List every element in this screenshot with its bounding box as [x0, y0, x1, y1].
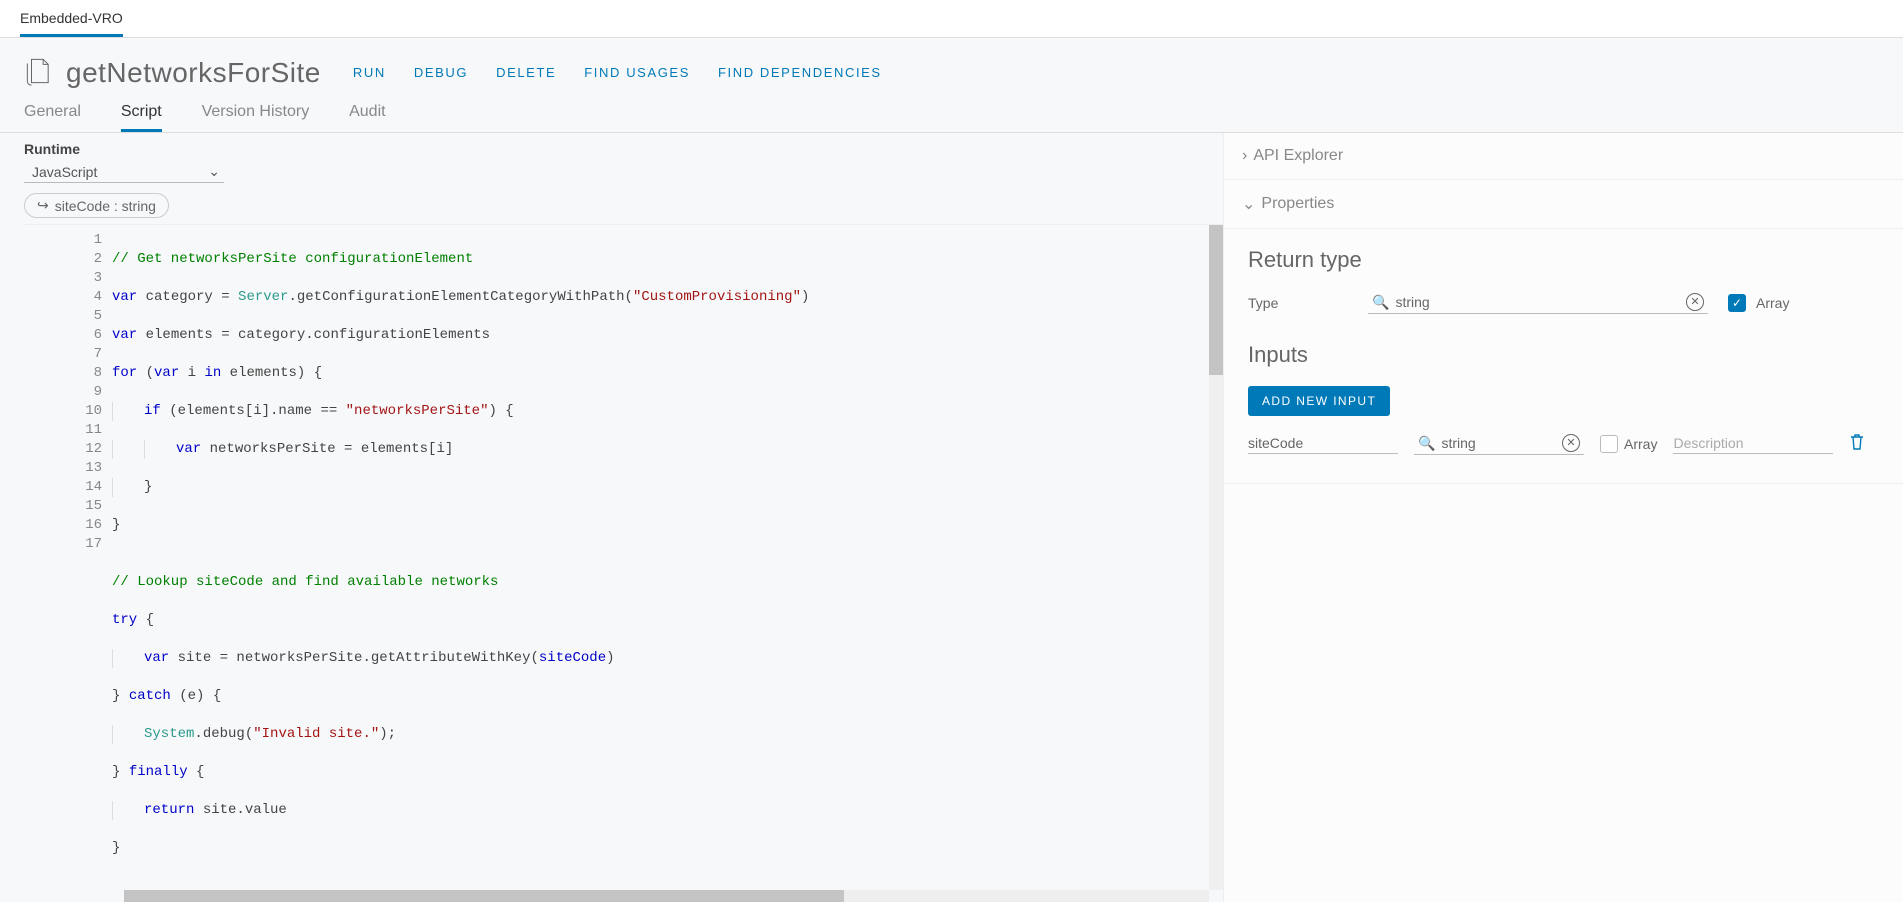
return-array-label: Array [1756, 295, 1789, 311]
delete-button[interactable]: DELETE [496, 65, 556, 80]
action-bar: RUN DEBUG DELETE FIND USAGES FIND DEPEND… [353, 65, 882, 80]
editor-pane: Runtime JavaScript ⌄ ↪ siteCode : string… [0, 133, 1223, 902]
tab-script[interactable]: Script [121, 97, 162, 132]
runtime-select[interactable]: JavaScript ⌄ [24, 161, 224, 183]
clear-input-type-icon[interactable]: ✕ [1562, 434, 1580, 452]
chevron-down-icon: ⌄ [208, 163, 220, 180]
input-row-sitecode: siteCode 🔍 string ✕ Array [1248, 432, 1879, 455]
inputs-heading: Inputs [1248, 342, 1879, 368]
editor-scrollbar-vertical-thumb[interactable] [1209, 225, 1223, 375]
search-icon: 🔍 [1372, 294, 1389, 311]
input-type-value: string [1441, 435, 1556, 451]
return-type-input[interactable]: 🔍 string ✕ [1368, 291, 1708, 314]
input-name-field[interactable]: siteCode [1248, 433, 1398, 454]
input-description-field[interactable] [1673, 433, 1833, 454]
find-usages-button[interactable]: FIND USAGES [584, 65, 690, 80]
script-icon [24, 56, 54, 89]
top-tab-embedded-vro[interactable]: Embedded-VRO [20, 0, 123, 37]
return-type-row: Type 🔍 string ✕ ✓ Array [1248, 291, 1879, 314]
code-editor[interactable]: 1234567891011121314151617 // Get network… [24, 224, 1223, 902]
main-content: getNetworksForSite RUN DEBUG DELETE FIND… [0, 38, 1903, 902]
tab-version-history[interactable]: Version History [202, 97, 310, 129]
return-type-heading: Return type [1248, 247, 1879, 273]
title-wrap: getNetworksForSite [24, 56, 321, 89]
runtime-value: JavaScript [32, 164, 97, 180]
body-row: Runtime JavaScript ⌄ ↪ siteCode : string… [0, 133, 1903, 902]
tab-audit[interactable]: Audit [349, 97, 385, 129]
run-button[interactable]: RUN [353, 65, 386, 80]
type-label: Type [1248, 295, 1348, 311]
delete-input-icon[interactable] [1849, 433, 1865, 454]
find-dependencies-button[interactable]: FIND DEPENDENCIES [718, 65, 882, 80]
debug-button[interactable]: DEBUG [414, 65, 468, 80]
input-param-icon: ↪ [37, 197, 49, 214]
add-new-input-button[interactable]: ADD NEW INPUT [1248, 386, 1390, 416]
header-row: getNetworksForSite RUN DEBUG DELETE FIND… [0, 38, 1903, 97]
sub-tab-bar: General Script Version History Audit [0, 97, 1903, 133]
input-array-label: Array [1624, 436, 1657, 452]
runtime-label: Runtime [24, 141, 1223, 157]
param-pill-sitecode[interactable]: ↪ siteCode : string [24, 193, 169, 218]
page-title: getNetworksForSite [66, 57, 321, 89]
tab-general[interactable]: General [24, 97, 81, 129]
properties-label: Properties [1261, 195, 1334, 213]
input-type-field[interactable]: 🔍 string ✕ [1414, 432, 1584, 455]
api-explorer-toggle[interactable]: › API Explorer [1224, 133, 1903, 180]
properties-panel: Return type Type 🔍 string ✕ ✓ Array Inpu… [1224, 229, 1903, 484]
search-icon: 🔍 [1418, 435, 1435, 452]
properties-toggle[interactable]: ⌄ Properties [1224, 180, 1903, 229]
chevron-right-icon: › [1242, 147, 1247, 165]
chevron-down-icon: ⌄ [1242, 194, 1255, 214]
api-explorer-label: API Explorer [1253, 147, 1343, 165]
return-type-value: string [1395, 294, 1680, 310]
code-area[interactable]: // Get networksPerSite configurationElem… [112, 225, 1223, 902]
editor-scrollbar-horizontal-thumb[interactable] [124, 890, 844, 902]
param-pill-label: siteCode : string [55, 198, 156, 214]
return-array-checkbox[interactable]: ✓ [1728, 294, 1746, 312]
line-number-gutter: 1234567891011121314151617 [24, 225, 112, 902]
input-array-checkbox[interactable] [1600, 435, 1618, 453]
side-panel: › API Explorer ⌄ Properties Return type … [1223, 133, 1903, 902]
top-tab-bar: Embedded-VRO [0, 0, 1903, 38]
clear-type-icon[interactable]: ✕ [1686, 293, 1704, 311]
